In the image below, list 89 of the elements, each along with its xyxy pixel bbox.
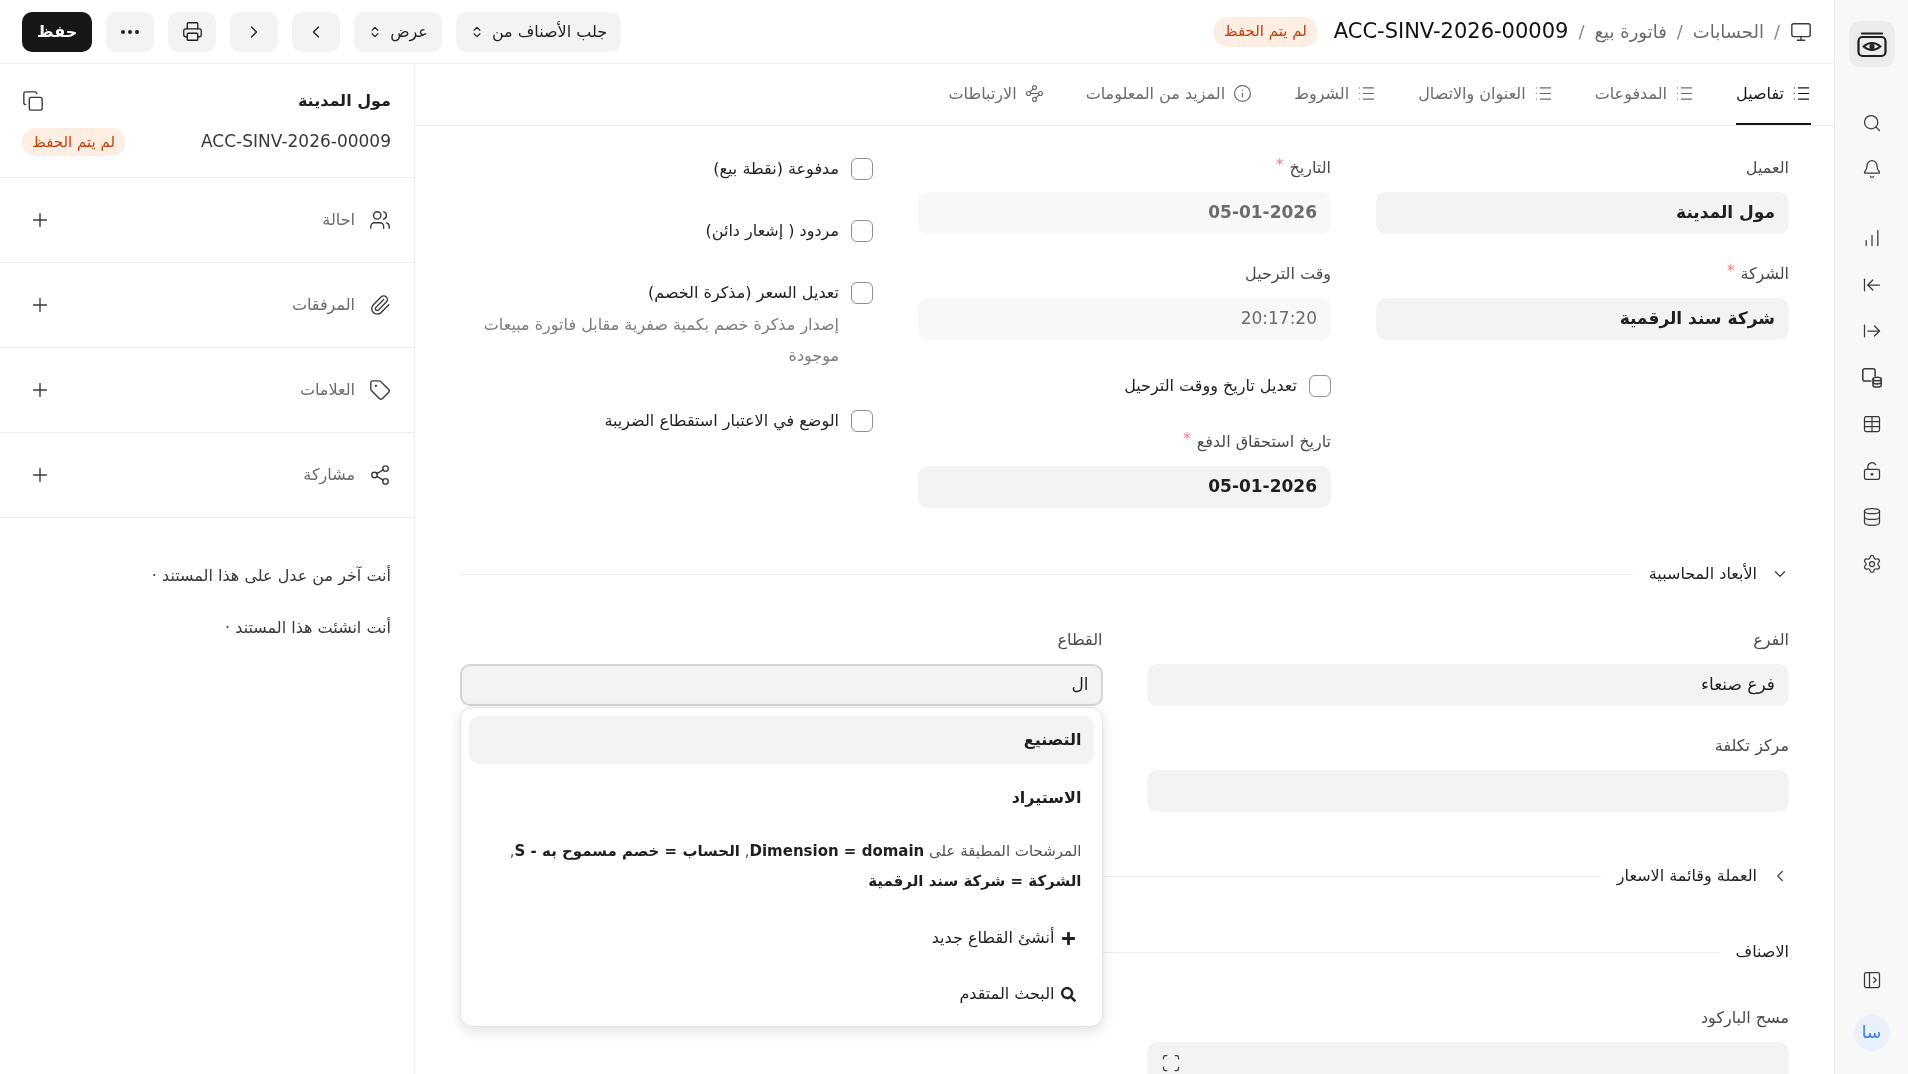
status-badge: لم يتم الحفظ	[1212, 16, 1318, 47]
required-mark: *	[1726, 264, 1735, 278]
input-field[interactable]: 05-01-2026	[918, 466, 1331, 508]
activity-text: أنت آخر من عدل على هذا المستند ·	[150, 565, 391, 587]
plus-icon	[1060, 930, 1076, 946]
tab[interactable]: العنوان والاتصال	[1418, 64, 1553, 125]
search-icon[interactable]	[1861, 113, 1882, 133]
input-field[interactable]: شركة سند الرقمية	[1376, 298, 1789, 340]
share-icon	[369, 464, 391, 486]
sidebar-label: مشاركة	[303, 464, 355, 487]
field-label: وقت الترحيل	[1245, 264, 1331, 284]
field-description: إصدار مذكرة خصم بكمية صفرية مقابل فاتورة مبيعات موجودة	[482, 314, 840, 368]
list-icon	[1675, 84, 1695, 103]
checkbox[interactable]	[851, 282, 873, 304]
user-avatar[interactable]: سا	[1853, 1015, 1890, 1051]
paperclip-icon	[369, 294, 391, 316]
field-label: مركز تكلفة	[1714, 736, 1789, 756]
document-id: ACC-SINV-2026-00009	[201, 130, 391, 154]
select-button[interactable]: عرض	[354, 11, 442, 52]
breadcrumb-separator: /	[1578, 20, 1585, 44]
section-title: الاصناف	[1735, 941, 1789, 963]
settings-icon[interactable]	[1861, 553, 1882, 574]
tab[interactable]: الشروط	[1294, 64, 1377, 125]
database-copy-icon[interactable]	[1861, 367, 1882, 388]
list-icon	[1533, 84, 1553, 103]
checkbox-label: مدفوعة (نقطة بيع)	[713, 158, 839, 181]
table-icon[interactable]	[1861, 414, 1882, 434]
checkbox[interactable]	[851, 220, 873, 242]
dropdown-option[interactable]: الاستيراد	[469, 774, 1094, 822]
list-icon	[1792, 84, 1811, 103]
breadcrumb-link[interactable]: الحسابات	[1692, 18, 1764, 45]
tab[interactable]: المدفوعات	[1594, 64, 1695, 125]
logo-icon[interactable]	[1848, 21, 1895, 67]
checkbox-label: الوضع في الاعتبار استقطاع الضريبة	[604, 410, 839, 433]
users-icon	[369, 209, 391, 231]
breadcrumb-link[interactable]: فاتورة بيع	[1594, 18, 1667, 45]
dropdown-action[interactable]: البحث المتقدم	[469, 970, 1094, 1018]
copy-icon[interactable]	[22, 90, 44, 112]
scan-icon[interactable]	[1160, 1053, 1181, 1073]
panel-toggle-icon[interactable]	[1861, 970, 1882, 990]
checkbox[interactable]	[1309, 375, 1331, 397]
checkbox-label: تعديل تاريخ ووقت الترحيل	[1124, 375, 1297, 398]
tab[interactable]: الارتباطات	[948, 64, 1044, 125]
field-label: الفرع	[1753, 630, 1789, 650]
field-label: الشركة	[1740, 264, 1789, 284]
input-field[interactable]: مول المدينة	[1376, 192, 1789, 234]
tag-icon	[369, 379, 391, 401]
bell-icon[interactable]	[1861, 159, 1882, 179]
print-button[interactable]	[168, 11, 217, 52]
breadcrumb-separator: /	[1773, 20, 1780, 44]
dropdown-action[interactable]: أنشئ القطاع جديد	[469, 914, 1094, 962]
sidebar-label: المرفقات	[291, 294, 355, 317]
customer-name: مول المدينة	[297, 90, 391, 112]
checkbox[interactable]	[851, 158, 873, 180]
dropdown-option[interactable]: التصنيع	[469, 716, 1094, 764]
input-field[interactable]	[1146, 1042, 1789, 1074]
select-button[interactable]: جلب الأصناف من	[455, 11, 622, 52]
field-label: تاريخ استحقاق الدفع	[1196, 432, 1331, 452]
tab[interactable]: تفاصيل	[1736, 64, 1811, 125]
field-label: العميل	[1745, 158, 1789, 178]
info-icon	[1233, 84, 1253, 103]
monitor-icon	[1790, 20, 1812, 43]
unlock-icon[interactable]	[1861, 460, 1882, 481]
activity-text: أنت انشئت هذا المستند ·	[224, 617, 391, 639]
checkbox-label: مردود ( إشعار دائن)	[705, 220, 839, 243]
search-icon	[1060, 986, 1076, 1002]
section-title[interactable]: العملة وقائمة الاسعار	[1616, 864, 1757, 888]
required-mark: *	[1183, 432, 1191, 446]
sidebar-label: احالة	[322, 209, 355, 231]
section-title[interactable]: الأبعاد المحاسبية	[1648, 562, 1757, 586]
list-icon	[1357, 84, 1377, 103]
input-field[interactable]: فرع صنعاء	[1146, 664, 1789, 706]
database-icon[interactable]	[1861, 507, 1882, 527]
printer-icon	[181, 21, 203, 42]
breadcrumb-separator: /	[1676, 20, 1683, 44]
tab[interactable]: المزيد من المعلومات	[1085, 64, 1253, 125]
more-icon	[121, 29, 140, 34]
document-title: ACC-SINV-2026-00009	[1333, 17, 1569, 45]
sidebar-label: العلامات	[299, 379, 355, 401]
field-label: القطاع	[1057, 630, 1103, 650]
checkbox-label: تعديل السعر (مذكرة الخصم)	[648, 282, 839, 305]
save-button[interactable]: حفظ	[22, 11, 93, 52]
status-badge: لم يتم الحفظ	[22, 128, 126, 156]
checkbox[interactable]	[851, 410, 873, 432]
field-label: التاريخ	[1289, 158, 1331, 178]
field-label: مسح الباركود	[1701, 1008, 1789, 1028]
network-icon	[1024, 84, 1044, 103]
required-mark: *	[1275, 158, 1284, 172]
input-field[interactable]: ال	[460, 664, 1103, 706]
